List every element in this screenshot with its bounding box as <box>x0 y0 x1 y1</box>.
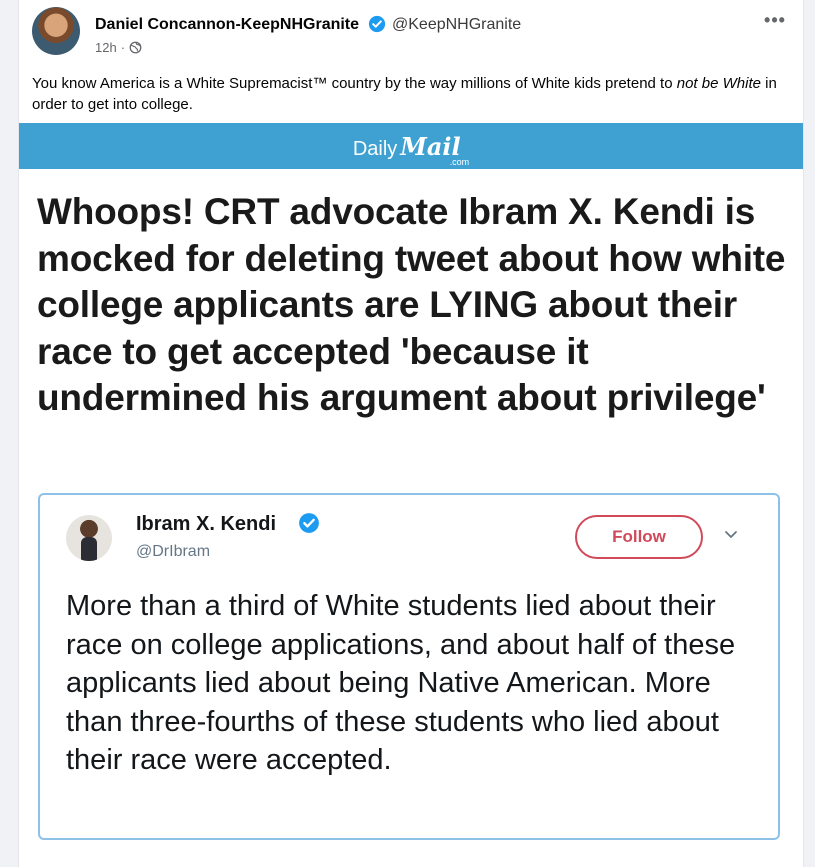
author-avatar[interactable] <box>32 7 80 55</box>
tweet-body: More than a third of White students lied… <box>66 590 736 777</box>
tweet-author-handle: @DrIbram <box>136 543 211 560</box>
post-text-italic: not be White <box>676 75 761 92</box>
globe-icon <box>129 41 142 54</box>
shared-image[interactable]: Daily Mail .com Whoops! CRT advocate Ibr… <box>19 123 803 867</box>
chevron-down-icon <box>725 531 737 538</box>
post-meta: 12h · <box>95 40 142 55</box>
post-text: You know America is a White Supremacist™… <box>32 73 792 115</box>
tweet-author-name: Ibram X. Kendi <box>136 513 277 535</box>
verified-icon <box>299 513 319 533</box>
logo-com: .com <box>449 156 470 167</box>
post-text-part1: You know America is a White Supremacist™… <box>32 75 677 92</box>
meta-separator: · <box>120 40 126 55</box>
verified-icon <box>368 15 386 33</box>
article-headline: Whoops! CRT advocate Ibram X. Kendi is m… <box>37 191 786 418</box>
dailymail-logo: Daily Mail .com <box>352 132 469 167</box>
more-options-icon[interactable]: ••• <box>761 10 789 34</box>
author-handle[interactable]: @KeepNHGranite <box>392 16 521 34</box>
embedded-tweet: Ibram X. Kendi @DrIbram Follow More than… <box>38 493 780 840</box>
follow-button: Follow <box>575 515 703 559</box>
tweet-avatar <box>66 515 112 561</box>
post-card: Daniel Concannon-KeepNHGranite @KeepNHGr… <box>18 0 804 867</box>
author-name[interactable]: Daniel Concannon-KeepNHGranite <box>95 16 359 34</box>
logo-daily: Daily <box>352 137 398 160</box>
dailymail-header: Daily Mail .com <box>19 123 803 169</box>
post-time[interactable]: 12h <box>95 40 117 55</box>
